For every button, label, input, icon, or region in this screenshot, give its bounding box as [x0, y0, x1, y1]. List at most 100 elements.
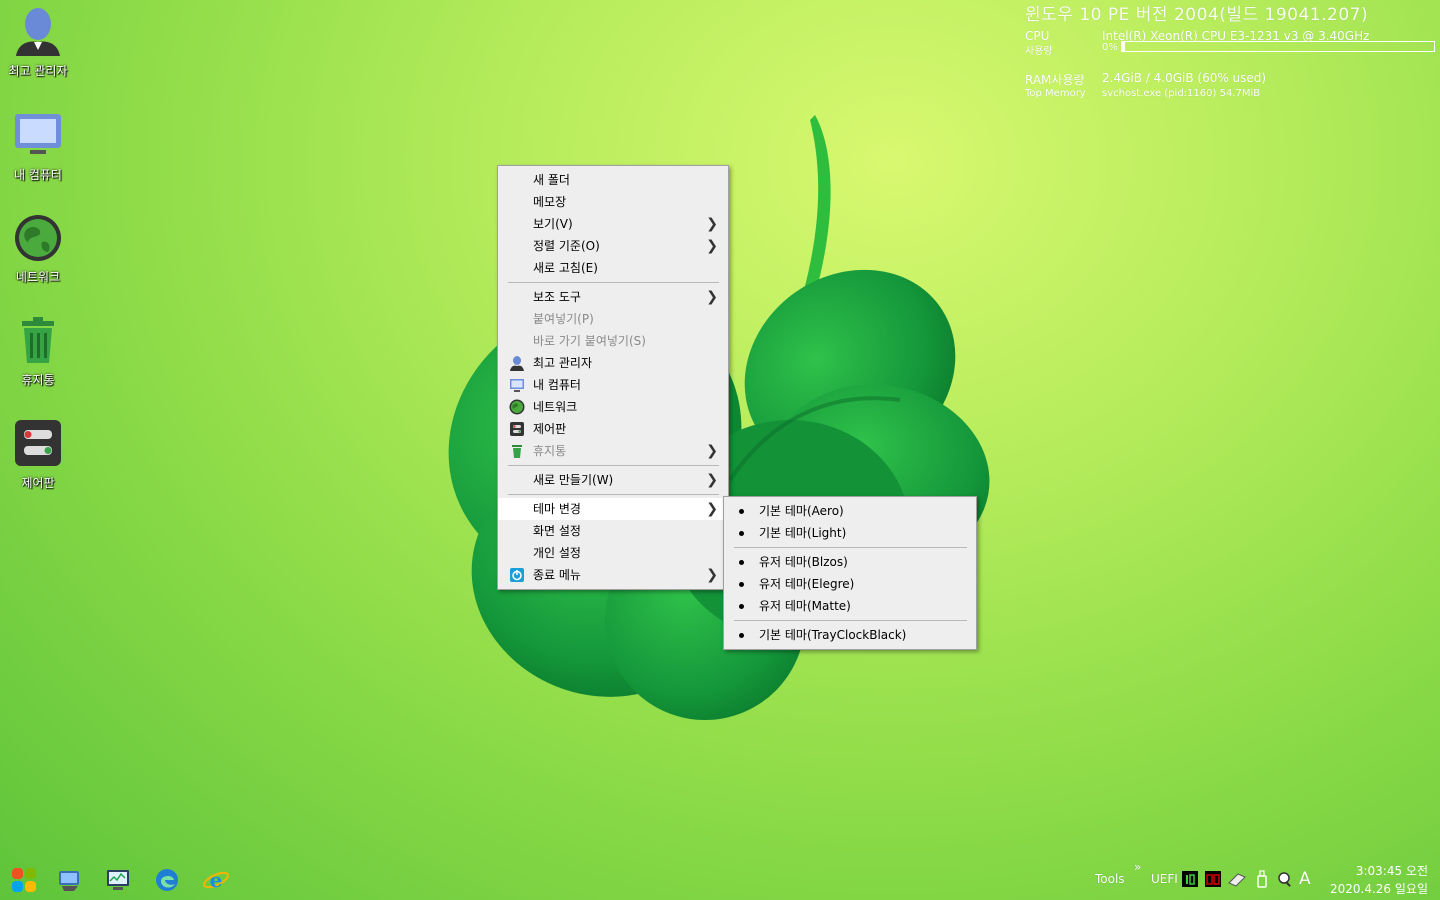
- network-tray-icon[interactable]: [1228, 871, 1246, 887]
- clock-time: 3:03:45 오전: [1355, 864, 1428, 878]
- menu-item-view[interactable]: 보기(V) ❯: [498, 213, 728, 235]
- menu-item-my-computer[interactable]: 내 컴퓨터: [498, 374, 728, 396]
- clock-date: 2020.4.26 일요일: [1329, 882, 1428, 896]
- menu-item-paste-shortcut[interactable]: 바로 가기 붙여넣기(S): [498, 330, 728, 352]
- start-button-icon[interactable]: [10, 866, 38, 894]
- menu-item-recycle-bin[interactable]: 휴지통 ❯: [498, 440, 728, 462]
- menu-item-label: 최고 관리자: [533, 356, 593, 370]
- tools-toolbar-label[interactable]: Tools: [1095, 872, 1125, 886]
- menu-item-display-settings[interactable]: 화면 설정: [498, 520, 728, 542]
- theme-item-light[interactable]: 기본 테마(Light): [724, 522, 976, 544]
- menu-item-paste[interactable]: 붙여넣기(P): [498, 308, 728, 330]
- menu-item-admin[interactable]: 최고 관리자: [498, 352, 728, 374]
- admin-user-icon: [16, 8, 60, 56]
- menu-item-label: 내 컴퓨터: [533, 378, 581, 392]
- menu-item-label: 붙여넣기(P): [533, 312, 594, 326]
- theme-item-blzos[interactable]: 유저 테마(Blzos): [724, 551, 976, 573]
- bullet-icon: [739, 633, 744, 638]
- theme-submenu: 기본 테마(Aero) 기본 테마(Light) 유저 테마(Blzos) 유저…: [723, 496, 977, 650]
- menu-item-new-folder[interactable]: 새 폴더: [498, 169, 728, 191]
- menu-item-refresh[interactable]: 새로 고침(E): [498, 257, 728, 279]
- menu-item-label: 새로 고침(E): [533, 261, 598, 275]
- theme-item-label: 기본 테마(TrayClockBlack): [759, 628, 907, 642]
- chevron-double-right-icon[interactable]: »: [1134, 860, 1141, 874]
- cpu-monitor-icon[interactable]: [1182, 871, 1198, 887]
- ram-value: 2.4GiB / 4.0GiB (60% used): [1102, 71, 1267, 85]
- bullet-icon: [739, 531, 744, 536]
- ram-label: RAM사용량: [1025, 73, 1085, 87]
- bullet-icon: [739, 604, 744, 609]
- menu-item-label: 보기(V): [533, 217, 573, 231]
- theme-item-label: 유저 테마(Blzos): [759, 555, 848, 569]
- search-tray-icon[interactable]: [1277, 871, 1293, 887]
- menu-item-control-panel[interactable]: 제어판: [498, 418, 728, 440]
- ram-monitor-icon[interactable]: [1205, 871, 1221, 887]
- menu-separator: [508, 282, 719, 283]
- desktop-icon-admin[interactable]: 최고 관리자: [2, 6, 74, 79]
- theme-item-trayclock[interactable]: 기본 테마(TrayClockBlack): [724, 624, 976, 646]
- menu-item-label: 새 폴더: [533, 173, 570, 187]
- menu-item-label: 메모장: [533, 195, 567, 209]
- taskbar: e Tools » UEFI A 3:03:45 오전 2020.4.26 일요…: [0, 858, 1440, 900]
- task-manager-icon[interactable]: [104, 866, 132, 894]
- bullet-icon: [739, 509, 744, 514]
- desktop-icon-recycle-bin[interactable]: 휴지통: [2, 315, 74, 388]
- globe-icon: [509, 399, 525, 415]
- edge-browser-icon[interactable]: [153, 866, 181, 894]
- desktop-icon-network[interactable]: 네트워크: [2, 212, 74, 285]
- theme-item-matte[interactable]: 유저 테마(Matte): [724, 595, 976, 617]
- menu-item-label: 바로 가기 붙여넣기(S): [533, 334, 646, 348]
- desktop-icon-control-panel[interactable]: 제어판: [2, 418, 74, 491]
- theme-item-aero[interactable]: 기본 테마(Aero): [724, 500, 976, 522]
- explorer-icon[interactable]: [56, 866, 84, 894]
- menu-item-new[interactable]: 새로 만들기(W) ❯: [498, 469, 728, 491]
- chevron-right-icon: ❯: [706, 289, 718, 305]
- menu-item-shutdown-menu[interactable]: 종료 메뉴 ❯: [498, 564, 728, 586]
- menu-item-personalize[interactable]: 개인 설정: [498, 542, 728, 564]
- menu-item-notepad[interactable]: 메모장: [498, 191, 728, 213]
- bullet-icon: [739, 582, 744, 587]
- system-tray: Tools » UEFI A 3:03:45 오전 2020.4.26 일요일: [1080, 858, 1440, 900]
- menu-separator: [508, 465, 719, 466]
- menu-item-label: 종료 메뉴: [533, 568, 581, 582]
- menu-separator: [734, 620, 967, 621]
- desktop-icon-label: 내 컴퓨터: [14, 168, 62, 182]
- desktop-icon-label: 최고 관리자: [8, 64, 68, 78]
- admin-user-icon: [510, 356, 524, 371]
- chevron-right-icon: ❯: [706, 472, 718, 488]
- top-memory-value: svchost.exe (pid:1160) 54.7MiB: [1102, 88, 1261, 99]
- desktop-icon-label: 제어판: [21, 476, 55, 490]
- chevron-right-icon: ❯: [706, 216, 718, 232]
- usb-eject-icon[interactable]: [1256, 870, 1268, 888]
- menu-item-sort-by[interactable]: 정렬 기준(O) ❯: [498, 235, 728, 257]
- menu-item-accessories[interactable]: 보조 도구 ❯: [498, 286, 728, 308]
- menu-item-label: 휴지통: [533, 444, 567, 458]
- cpu-usage-value: 0%: [1102, 42, 1118, 53]
- desktop-context-menu: 새 폴더 메모장 보기(V) ❯ 정렬 기준(O) ❯ 새로 고침(E) 보조 도구…: [497, 165, 729, 590]
- trash-icon: [512, 445, 522, 458]
- menu-item-change-theme[interactable]: 테마 변경 ❯: [498, 498, 728, 520]
- chevron-right-icon: ❯: [706, 238, 718, 254]
- cpu-label: CPU: [1025, 29, 1050, 43]
- theme-item-elegre[interactable]: 유저 테마(Elegre): [724, 573, 976, 595]
- bullet-icon: [739, 560, 744, 565]
- taskbar-clock[interactable]: 3:03:45 오전 2020.4.26 일요일: [1330, 862, 1428, 898]
- cpu-usage-bar: [1121, 41, 1435, 52]
- os-version-title: 윈도우 10 PE 버전 2004(빌드 19041.207): [1025, 5, 1369, 25]
- menu-item-label: 새로 만들기(W): [533, 473, 614, 487]
- control-panel-icon: [15, 420, 61, 466]
- chevron-right-icon: ❯: [706, 501, 718, 517]
- menu-item-network[interactable]: 네트워크: [498, 396, 728, 418]
- monitor-icon: [15, 114, 61, 154]
- cpu-usage-fill: [1122, 42, 1126, 51]
- power-icon: [510, 568, 524, 582]
- menu-separator: [734, 547, 967, 548]
- theme-item-label: 유저 테마(Elegre): [759, 577, 855, 591]
- top-memory-label: Top Memory: [1025, 88, 1086, 99]
- desktop-icon-my-computer[interactable]: 내 컴퓨터: [2, 110, 74, 183]
- globe-icon: [15, 215, 61, 261]
- ime-indicator[interactable]: A: [1299, 869, 1311, 889]
- internet-explorer-icon[interactable]: e: [202, 866, 230, 894]
- control-panel-icon: [510, 422, 524, 436]
- menu-item-label: 테마 변경: [533, 502, 581, 516]
